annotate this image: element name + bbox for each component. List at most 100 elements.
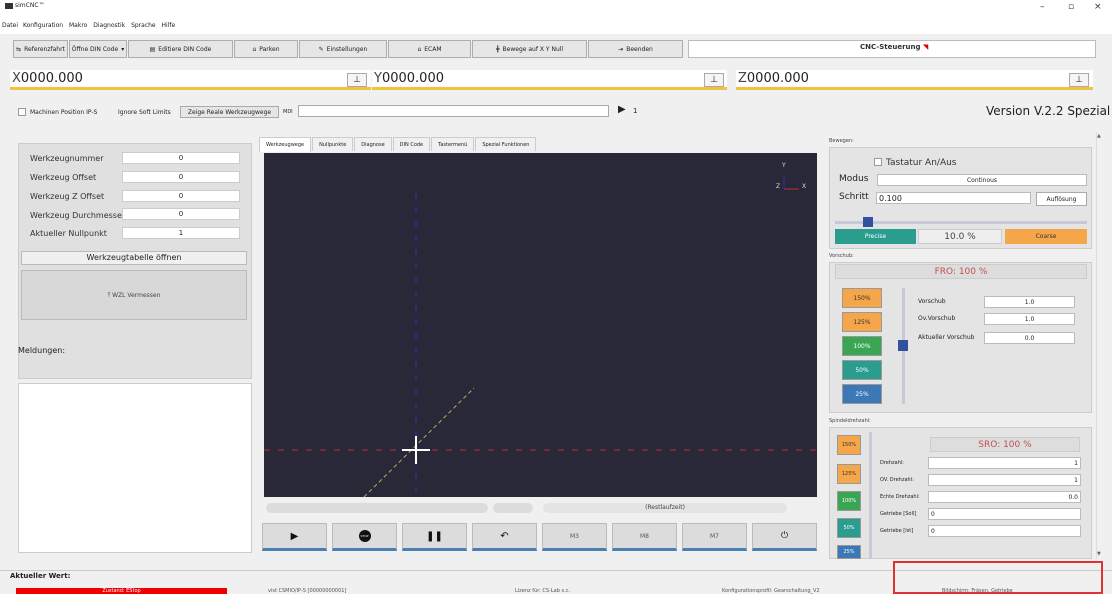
gear-target-field[interactable]: 0 [928,508,1081,520]
tool-measure-button[interactable]: ⤒ WZL Vermessen [21,270,247,320]
ecam-button[interactable]: ⌂ ECAM [388,40,471,58]
maximize-icon[interactable]: ▫ [1068,2,1074,12]
tool-diameter-field[interactable]: 0 [122,208,240,220]
feed-field[interactable]: 1.0 [984,296,1075,308]
tool-number-label: Werkzeugnummer [30,154,104,163]
jog-slider-thumb[interactable] [863,217,874,227]
y-zero-button[interactable]: ⊥ [704,73,724,87]
menu-bar: Datei Konfiguration Makro Diagnostik Spr… [0,22,1112,34]
play-icon[interactable]: ▶ [618,104,626,115]
y-axis-label: Y [374,71,382,86]
menu-makro[interactable]: Makro [69,22,87,29]
tab-spezial-funktionen[interactable]: Spezial Funktionen [475,137,537,151]
m7-button[interactable]: M7 [682,523,747,551]
toolpath-view[interactable]: Y Z X [264,153,817,498]
coarse-button[interactable]: Coarse [1005,229,1087,244]
profile-status: Konfigurationsprofil: Gearschaltung_V2 [722,588,820,594]
tool-diameter-label: Werkzeug Durchmesser [30,211,126,220]
z-zero-button[interactable]: ⊥ [1069,73,1089,87]
mdi-input[interactable] [298,105,609,117]
pause-button[interactable]: ❚❚ [402,523,467,551]
rpm-label: Drehzahl: [880,460,904,466]
real-rpm-label: Echte Drehzahl: [880,494,920,500]
scroll-down-icon[interactable]: ▼ [1097,551,1101,557]
feed-slider-thumb[interactable] [898,340,908,351]
scroll-up-icon[interactable]: ▲ [1097,133,1101,139]
feed-150-button[interactable]: 150% [842,288,882,308]
feed-100-button[interactable]: 100% [842,336,882,356]
step-input[interactable]: 0.100 [876,192,1031,204]
play-icon: ▶ [290,530,299,542]
menu-konfiguration[interactable]: Konfiguration [23,22,63,29]
power-button[interactable]: ⏻ [752,523,817,551]
feed-50-button[interactable]: 50% [842,360,882,380]
minimize-icon[interactable]: – [1040,2,1045,12]
mode-select[interactable]: Continous [877,174,1087,186]
m3-button[interactable]: M3 [542,523,607,551]
tool-z-offset-label: Werkzeug Z Offset [30,192,105,201]
ignore-soft-limits-label[interactable]: Ignore Soft Limits [118,109,171,116]
spindle-50-button[interactable]: 50% [837,518,861,538]
power-icon: ⏻ [780,531,789,541]
device-status: vist CSMIO/IP-S [00000000001] [268,588,347,594]
gear-target-label: Getriebe [Soll] [880,511,917,517]
feed-25-button[interactable]: 25% [842,384,882,404]
spindle-150-button[interactable]: 150% [837,435,861,455]
y-axis-value: 0000.000 [381,71,444,86]
current-value-label: Aktueller Wert: [10,572,71,580]
menu-diagnostik[interactable]: Diagnostik [93,22,125,29]
open-din-code-button[interactable]: Öffne DIN Code ▾ [69,40,127,58]
view-tabs: Werkzeugwege Nullpunkte Diagnose DIN Cod… [259,137,537,152]
park-button[interactable]: ⌂ Parken [234,40,298,58]
pause-icon: ❚❚ [426,530,443,542]
rewind-button[interactable]: ↶ [472,523,537,551]
feed-125-button[interactable]: 125% [842,312,882,332]
menu-datei[interactable]: Datei [2,22,18,29]
machine-position-checkbox[interactable] [18,108,26,116]
tab-diagnose[interactable]: Diagnose [354,137,392,151]
title-bar [0,0,1112,22]
gear-actual-field[interactable]: 0 [928,525,1081,537]
ov-feed-field[interactable]: 1.0 [984,313,1075,325]
stop-button[interactable]: STOP [332,523,397,551]
menu-sprache[interactable]: Sprache [131,22,156,29]
resolution-button[interactable]: Auflösung [1036,192,1087,206]
menu-hilfe[interactable]: Hilfe [162,22,176,29]
rpm-field[interactable]: 1 [928,457,1081,469]
settings-icon: ✎ [318,45,324,53]
tab-din-code[interactable]: DIN Code [392,137,431,151]
vertical-scrollbar[interactable] [1096,132,1105,559]
spindle-100-button[interactable]: 100% [837,491,861,511]
spindle-125-button[interactable]: 125% [837,464,861,484]
spindle-25-button[interactable]: 25% [837,545,861,559]
current-feed-field[interactable]: 0.0 [984,332,1075,344]
m8-button[interactable]: M8 [612,523,677,551]
tab-werkzeugwege[interactable]: Werkzeugwege [259,137,312,152]
move-xy-zero-button[interactable]: ╋ Bewege auf X Y Null [472,40,587,58]
show-real-paths-button[interactable]: Zeige Reale Werkzeugwege [180,106,279,118]
x-zero-button[interactable]: ⊥ [347,73,367,87]
messages-label: Meldungen: [18,346,66,355]
current-zero-field[interactable]: 1 [122,227,240,239]
edit-din-code-button[interactable]: ▤ Editiere DIN Code [128,40,233,58]
tool-table-button[interactable]: Werkzeugtabelle öffnen [21,251,247,265]
exit-icon: ⇥ [618,45,624,53]
tab-nullpunkte[interactable]: Nullpunkte [312,137,354,151]
close-icon[interactable]: × [1094,2,1102,12]
settings-button[interactable]: ✎ Einstellungen [299,40,387,58]
exit-button[interactable]: ⇥ Beenden [588,40,683,58]
referenzfahrt-button[interactable]: ⇆ Referenzfahrt [13,40,68,58]
gizmo-y-label: Y [782,162,786,169]
keyboard-label: Tastatur An/Aus [886,158,957,168]
step-label: Schritt [839,192,869,202]
tool-number-field[interactable]: 0 [122,152,240,164]
tool-offset-field[interactable]: 0 [122,171,240,183]
edit-icon: ▤ [149,45,156,53]
ov-rpm-field[interactable]: 1 [928,474,1081,486]
real-rpm-field[interactable]: 0.0 [928,491,1081,503]
tab-tastermenu[interactable]: Tastermenü [431,137,475,151]
play-button[interactable]: ▶ [262,523,327,551]
keyboard-checkbox[interactable] [874,158,882,166]
precise-button[interactable]: Precise [835,229,916,244]
tool-z-offset-field[interactable]: 0 [122,190,240,202]
